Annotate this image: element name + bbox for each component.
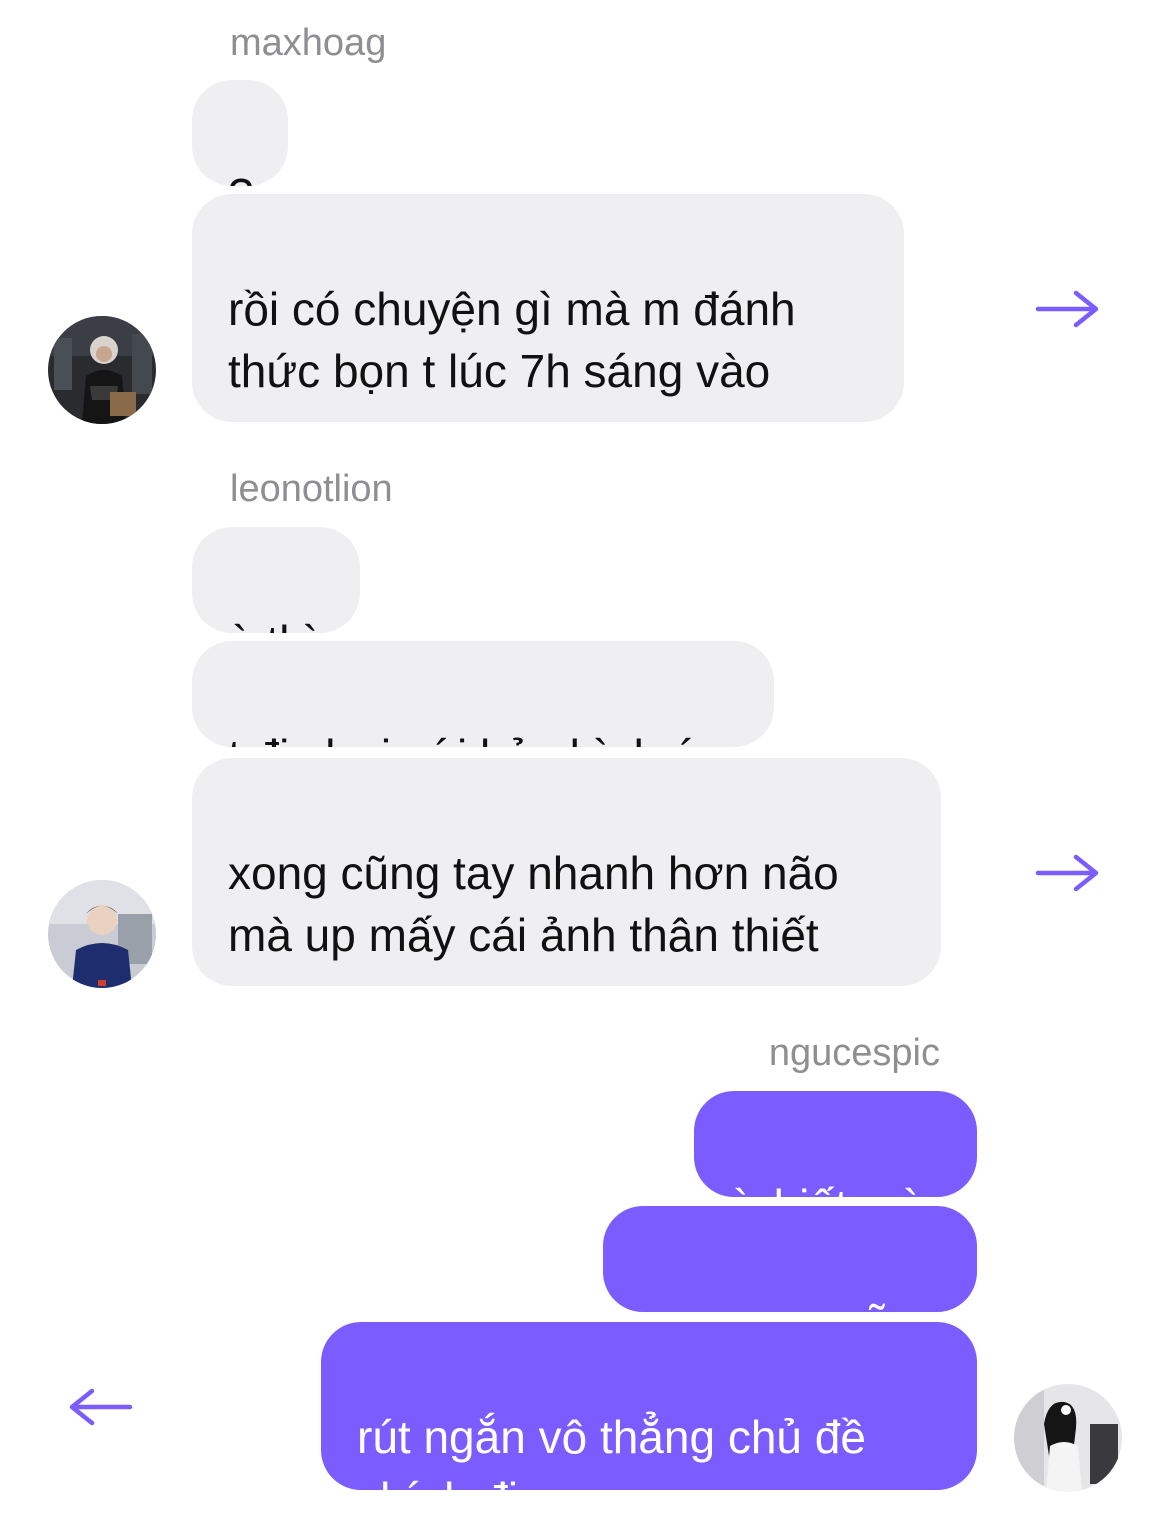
sender-name-ngucespic: ngucespic (768, 1032, 940, 1074)
message-bubble[interactable]: xong cũng tay nhanh hơn não mà up mấy cá… (192, 758, 941, 986)
message-bubble[interactable]: rồi có chuyện gì mà m đánh thức bọn t lú… (192, 194, 904, 422)
message-bubble[interactable]: ? (192, 80, 288, 186)
message-text: à thì (228, 616, 318, 633)
message-text: ừ biết mà (730, 1180, 924, 1197)
forward-arrow-icon[interactable] (1034, 853, 1100, 893)
message-bubble[interactable]: à thì (192, 527, 360, 633)
sender-name-maxhoag: maxhoag (230, 22, 387, 64)
forward-arrow-icon[interactable] (1034, 289, 1100, 329)
message-text: xong sao nữa (639, 1295, 920, 1312)
avatar-maxhoag[interactable] (48, 316, 156, 424)
message-bubble[interactable]: rút ngắn vô thẳng chủ đề chính đi (321, 1322, 977, 1490)
pleading-face-emoji (228, 966, 286, 986)
sender-name-leonotlion: leonotlion (230, 468, 393, 510)
message-text: xong cũng tay nhanh hơn não mà up mấy cá… (228, 847, 839, 961)
message-bubble[interactable]: xong sao nữa (603, 1206, 977, 1312)
message-bubble[interactable]: t đi chơi với bảo bình á (192, 641, 774, 747)
message-text: t đi chơi với bảo bình á (228, 730, 697, 747)
message-text: rút ngắn vô thẳng chủ đề chính đi (357, 1411, 866, 1490)
avatar-leonotlion[interactable] (48, 880, 156, 988)
message-text: rồi có chuyện gì mà m đánh thức bọn t lú… (228, 283, 796, 397)
avatar-ngucespic[interactable] (1014, 1384, 1122, 1492)
message-text: ? (228, 169, 254, 186)
message-bubble[interactable]: ừ biết mà (694, 1091, 977, 1197)
back-arrow-icon[interactable] (68, 1387, 134, 1427)
grinning-face-emoji (429, 402, 487, 422)
